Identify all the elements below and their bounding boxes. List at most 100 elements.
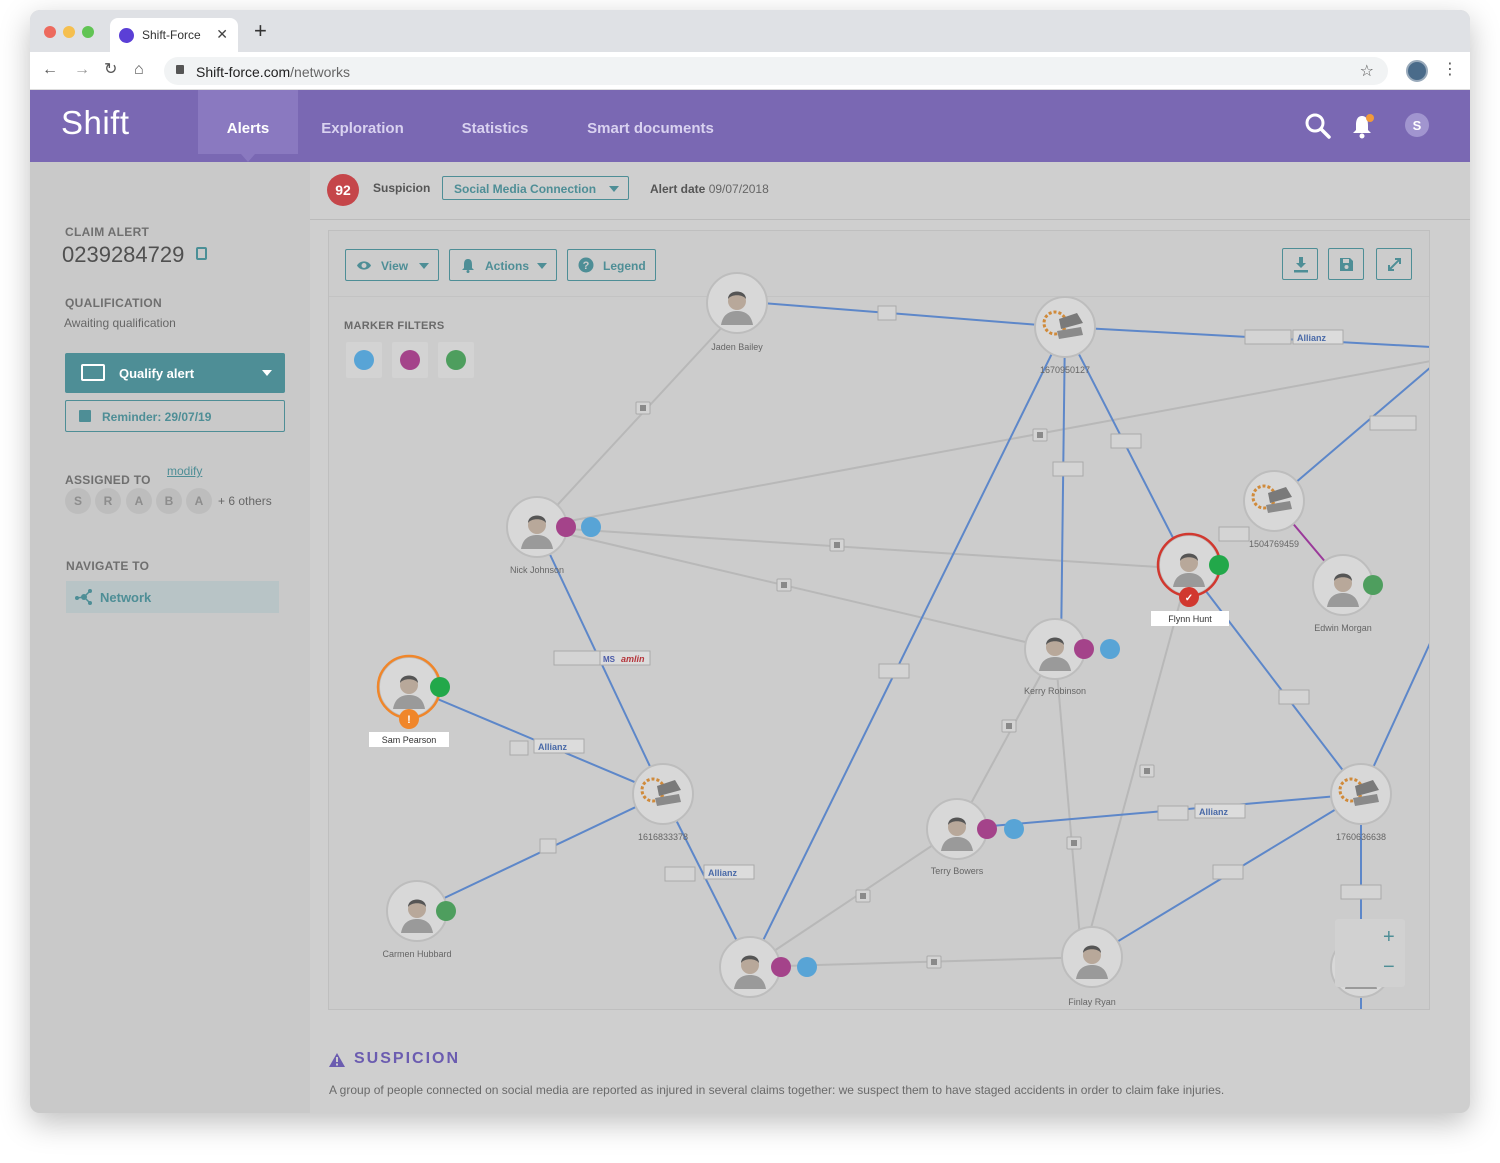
key-link-icon bbox=[1244, 329, 1292, 345]
minimize-window-icon[interactable] bbox=[63, 26, 75, 38]
close-window-icon[interactable] bbox=[44, 26, 56, 38]
close-tab-icon[interactable]: ✕ bbox=[216, 26, 228, 43]
nav-network-item[interactable]: Network bbox=[66, 581, 279, 613]
browser-menu-icon[interactable]: ⋮ bbox=[1442, 59, 1458, 79]
reminder-label: Reminder: 29/07/19 bbox=[102, 410, 212, 424]
notifications-bell-icon[interactable] bbox=[1350, 112, 1378, 140]
chevron-down-icon bbox=[609, 186, 619, 192]
key-link-icon bbox=[1340, 884, 1382, 900]
person-node-kerry[interactable]: Kerry Robinson bbox=[1024, 618, 1120, 696]
bookmark-star-icon[interactable]: ☆ bbox=[1360, 61, 1374, 81]
home-icon[interactable]: ⌂ bbox=[134, 61, 144, 79]
key-link-icon bbox=[1369, 415, 1417, 431]
svg-text:Allianz: Allianz bbox=[708, 868, 738, 878]
browser-window: Shift-Force ✕ + ← → ↻ ⌂ Shift-force.com/… bbox=[30, 10, 1470, 1113]
profile-avatar[interactable] bbox=[1406, 60, 1428, 82]
calendar-icon bbox=[79, 410, 91, 422]
svg-text:1616833378: 1616833378 bbox=[638, 832, 688, 842]
assignee-avatar[interactable]: A bbox=[186, 488, 212, 514]
person-node-finlay[interactable]: Finlay Ryan bbox=[1061, 926, 1123, 1007]
marker-filter-injury[interactable] bbox=[438, 342, 474, 378]
no-driver-link-icon bbox=[1218, 526, 1250, 542]
svg-text:Edwin Morgan: Edwin Morgan bbox=[1314, 623, 1372, 633]
app-logo[interactable]: Shift bbox=[61, 104, 130, 142]
alert-date: Alert date 09/07/2018 bbox=[650, 182, 769, 196]
new-tab-icon[interactable]: + bbox=[254, 20, 267, 42]
svg-text:Sam Pearson: Sam Pearson bbox=[382, 735, 437, 745]
copy-icon[interactable] bbox=[196, 247, 207, 260]
person-node-edwin[interactable]: Edwin Morgan bbox=[1312, 554, 1383, 633]
navigate-to-label: NAVIGATE TO bbox=[66, 559, 150, 573]
modify-link[interactable]: modify bbox=[167, 464, 202, 478]
qualify-alert-button[interactable]: Qualify alert bbox=[65, 353, 285, 393]
no-driver-link-icon bbox=[1212, 864, 1244, 880]
facebook-link-icon bbox=[776, 578, 792, 592]
reload-icon[interactable]: ↻ bbox=[104, 61, 117, 79]
qualify-alert-label: Qualify alert bbox=[119, 366, 195, 381]
browser-tabbar: Shift-Force ✕ + bbox=[30, 10, 1470, 52]
nav-statistics[interactable]: Statistics bbox=[450, 90, 540, 154]
person-node-terry[interactable]: Terry Bowers bbox=[926, 798, 1024, 876]
claim-number: 0239284729 bbox=[62, 242, 185, 267]
user-avatar[interactable]: S bbox=[1404, 112, 1430, 138]
svg-text:Carmen Hubbard: Carmen Hubbard bbox=[382, 949, 451, 959]
assignees-others[interactable]: + 6 others bbox=[218, 494, 272, 508]
favicon-icon bbox=[119, 28, 134, 43]
facebook-link-icon bbox=[635, 401, 651, 415]
search-icon[interactable] bbox=[1304, 112, 1332, 140]
zoom-in-icon[interactable]: + bbox=[1383, 927, 1395, 947]
browser-tab[interactable]: Shift-Force ✕ bbox=[110, 18, 238, 52]
alert-date-value: 09/07/2018 bbox=[708, 182, 769, 196]
vehicle-node[interactable]: 1616833378 bbox=[631, 762, 695, 842]
assigned-to-label: ASSIGNED TO bbox=[65, 473, 151, 487]
marker-filter-group[interactable] bbox=[346, 342, 382, 378]
suspicion-section-title: SUSPICION bbox=[328, 1050, 460, 1068]
marker-filter-work[interactable] bbox=[392, 342, 428, 378]
folder-icon bbox=[81, 364, 105, 381]
facebook-link-icon bbox=[1001, 719, 1017, 733]
key-link-icon bbox=[509, 740, 529, 756]
network-graph-panel: View Actions ? Legend Allianz MS amlin A… bbox=[328, 230, 1430, 1010]
insurer-badge-ms: MS amlin bbox=[599, 650, 651, 666]
person-node-flynn[interactable]: ✓ Flynn Hunt bbox=[1151, 532, 1229, 626]
person-node-sam[interactable]: ! Sam Pearson bbox=[369, 654, 450, 747]
no-driver-link-icon bbox=[1052, 461, 1084, 477]
no-driver-link-icon bbox=[664, 866, 696, 882]
svg-text:amlin: amlin bbox=[621, 654, 645, 664]
facebook-link-icon bbox=[829, 538, 845, 552]
claim-alert-label: CLAIM ALERT bbox=[65, 225, 150, 239]
qualification-label: QUALIFICATION bbox=[65, 296, 162, 310]
person-node-jaden[interactable]: Jaden Bailey bbox=[706, 272, 768, 352]
back-icon[interactable]: ← bbox=[42, 61, 58, 79]
nav-network-label: Network bbox=[100, 590, 152, 605]
nav-smart-documents[interactable]: Smart documents bbox=[578, 90, 723, 154]
svg-text:Finlay Ryan: Finlay Ryan bbox=[1068, 997, 1116, 1007]
nav-alerts[interactable]: Alerts bbox=[198, 90, 298, 162]
person-node-carmen[interactable]: Carmen Hubbard bbox=[382, 880, 456, 959]
vehicle-node[interactable]: 1504769459 bbox=[1242, 469, 1306, 549]
suspicion-select[interactable]: Social Media Connection bbox=[442, 176, 629, 200]
briefcase-icon bbox=[400, 350, 420, 370]
key-link-icon bbox=[877, 305, 897, 321]
reminder-button[interactable]: Reminder: 29/07/19 bbox=[65, 400, 285, 432]
svg-text:1670950127: 1670950127 bbox=[1040, 365, 1090, 375]
steering-link-icon bbox=[539, 838, 557, 854]
nav-exploration[interactable]: Exploration bbox=[310, 90, 415, 154]
url-field[interactable]: Shift-force.com/networks ☆ bbox=[164, 57, 1388, 85]
assignee-avatar[interactable]: S bbox=[65, 488, 91, 514]
assignee-avatar[interactable]: B bbox=[156, 488, 182, 514]
alert-date-label: Alert date bbox=[650, 182, 706, 196]
user-initial: S bbox=[1413, 118, 1422, 133]
forward-icon[interactable]: → bbox=[74, 61, 90, 79]
network-graph[interactable]: Allianz MS amlin Allianz Allianz Allianz … bbox=[329, 231, 1430, 1010]
app-header: Shift Alerts Exploration Statistics Smar… bbox=[30, 90, 1470, 162]
qualification-value: Awaiting qualification bbox=[64, 316, 176, 330]
assignee-avatar[interactable]: R bbox=[95, 488, 121, 514]
assignee-avatar[interactable]: A bbox=[126, 488, 152, 514]
maximize-window-icon[interactable] bbox=[82, 26, 94, 38]
no-driver-link-icon bbox=[1157, 805, 1189, 821]
svg-text:Nick Johnson: Nick Johnson bbox=[510, 565, 564, 575]
person-node-unnamed[interactable] bbox=[719, 936, 817, 998]
zoom-out-icon[interactable]: − bbox=[1383, 957, 1395, 977]
suspicion-selected-value: Social Media Connection bbox=[454, 182, 597, 196]
